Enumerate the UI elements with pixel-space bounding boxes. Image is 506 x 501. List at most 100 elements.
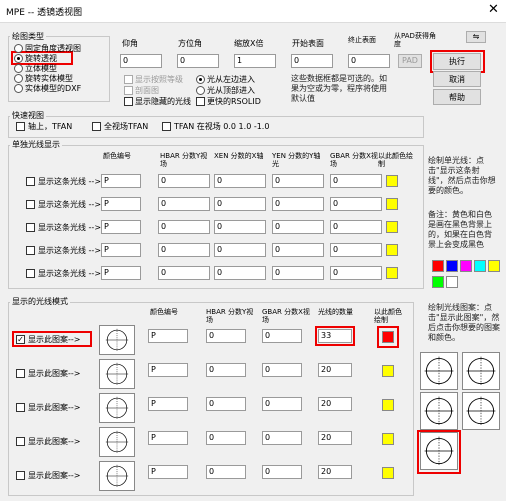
- pattern-option[interactable]: [462, 392, 500, 430]
- pattern-gbar-input[interactable]: 0: [262, 329, 302, 343]
- show-grade-checkbox[interactable]: [124, 75, 133, 84]
- azimuth-input[interactable]: 0: [177, 54, 219, 68]
- palette-swatch[interactable]: [432, 276, 444, 288]
- top-enter-radio[interactable]: [196, 86, 205, 95]
- ray-color-swatch[interactable]: [386, 198, 398, 210]
- pattern-count-input[interactable]: 20: [318, 431, 352, 445]
- pattern-count-input[interactable]: 20: [318, 397, 352, 411]
- start-surface-input[interactable]: 0: [291, 54, 333, 68]
- pattern-color-swatch[interactable]: [382, 467, 394, 479]
- pattern-gbar-input[interactable]: 0: [262, 431, 302, 445]
- plot-type-radio[interactable]: [14, 54, 23, 63]
- pattern-color-swatch[interactable]: [382, 433, 394, 445]
- palette-swatch[interactable]: [446, 260, 458, 272]
- pattern-option[interactable]: [420, 392, 458, 430]
- pattern-gbar-input[interactable]: 0: [262, 465, 302, 479]
- show-ray-checkbox[interactable]: [26, 200, 35, 209]
- pattern-color-input[interactable]: P: [148, 363, 188, 377]
- pattern-color-swatch[interactable]: [382, 399, 394, 411]
- palette-swatch[interactable]: [474, 260, 486, 272]
- quick-field-checkbox[interactable]: [162, 122, 171, 131]
- palette-swatch[interactable]: [432, 260, 444, 272]
- elevation-input[interactable]: 0: [120, 54, 162, 68]
- pattern-gbar-input[interactable]: 0: [262, 397, 302, 411]
- pattern-hbar-input[interactable]: 0: [206, 465, 246, 479]
- quick-full-checkbox[interactable]: [92, 122, 101, 131]
- pattern-preview[interactable]: [99, 325, 135, 355]
- plot-type-radio[interactable]: [14, 74, 23, 83]
- show-pattern-checkbox[interactable]: [16, 471, 25, 480]
- ray-hbar-input[interactable]: 0: [158, 243, 210, 257]
- pattern-color-input[interactable]: P: [148, 329, 188, 343]
- ray-xen-input[interactable]: 0: [214, 266, 266, 280]
- palette-swatch[interactable]: [460, 260, 472, 272]
- ray-xen-input[interactable]: 0: [214, 243, 266, 257]
- pattern-option[interactable]: [420, 432, 458, 470]
- help-button[interactable]: 帮助: [433, 89, 481, 105]
- ray-color-swatch[interactable]: [386, 221, 398, 233]
- pattern-option[interactable]: [462, 352, 500, 390]
- ray-hbar-input[interactable]: 0: [158, 174, 210, 188]
- show-pattern-checkbox[interactable]: [16, 437, 25, 446]
- ray-color-swatch[interactable]: [386, 175, 398, 187]
- ray-color-input[interactable]: P: [101, 266, 141, 280]
- pattern-preview[interactable]: [99, 427, 135, 457]
- pattern-hbar-input[interactable]: 0: [206, 397, 246, 411]
- ray-xen-input[interactable]: 0: [214, 174, 266, 188]
- plot-type-radio[interactable]: [14, 84, 23, 93]
- pattern-color-input[interactable]: P: [148, 397, 188, 411]
- ray-gbar-input[interactable]: 0: [330, 197, 382, 211]
- ray-hbar-input[interactable]: 0: [158, 220, 210, 234]
- pattern-count-input[interactable]: 20: [318, 363, 352, 377]
- ray-gbar-input[interactable]: 0: [330, 266, 382, 280]
- show-ray-checkbox[interactable]: [26, 177, 35, 186]
- ray-hbar-input[interactable]: 0: [158, 197, 210, 211]
- show-ray-checkbox[interactable]: [26, 269, 35, 278]
- show-ray-checkbox[interactable]: [26, 246, 35, 255]
- ray-yen-input[interactable]: 0: [272, 197, 324, 211]
- pattern-color-swatch[interactable]: [382, 365, 394, 377]
- ray-yen-input[interactable]: 0: [272, 174, 324, 188]
- end-surface-input[interactable]: 0: [348, 54, 390, 68]
- pattern-hbar-input[interactable]: 0: [206, 363, 246, 377]
- pad-button[interactable]: PAD: [398, 54, 422, 68]
- pattern-preview[interactable]: [99, 359, 135, 389]
- ray-color-input[interactable]: P: [101, 174, 141, 188]
- palette-swatch[interactable]: [488, 260, 500, 272]
- ray-xen-input[interactable]: 0: [214, 220, 266, 234]
- ray-color-input[interactable]: P: [101, 197, 141, 211]
- pattern-hbar-input[interactable]: 0: [206, 431, 246, 445]
- pattern-option[interactable]: [420, 352, 458, 390]
- show-pattern-checkbox[interactable]: [16, 369, 25, 378]
- ray-yen-input[interactable]: 0: [272, 266, 324, 280]
- cancel-button[interactable]: 取消: [433, 71, 481, 87]
- show-ray-checkbox[interactable]: [26, 223, 35, 232]
- ray-yen-input[interactable]: 0: [272, 243, 324, 257]
- ray-gbar-input[interactable]: 0: [330, 174, 382, 188]
- hide-hidden-checkbox[interactable]: [124, 97, 133, 106]
- faster-rsolid-checkbox[interactable]: [196, 97, 205, 106]
- pattern-count-input[interactable]: 20: [318, 465, 352, 479]
- pattern-gbar-input[interactable]: 0: [262, 363, 302, 377]
- left-enter-radio[interactable]: [196, 75, 205, 84]
- ray-xen-input[interactable]: 0: [214, 197, 266, 211]
- pattern-preview[interactable]: [99, 393, 135, 423]
- pattern-preview[interactable]: [99, 461, 135, 491]
- ray-color-swatch[interactable]: [386, 267, 398, 279]
- plot-type-radio[interactable]: [14, 44, 23, 53]
- ray-hbar-input[interactable]: 0: [158, 266, 210, 280]
- ray-color-input[interactable]: P: [101, 243, 141, 257]
- ray-yen-input[interactable]: 0: [272, 220, 324, 234]
- plot-type-radio[interactable]: [14, 64, 23, 73]
- quick-axis-checkbox[interactable]: [16, 122, 25, 131]
- ray-gbar-input[interactable]: 0: [330, 220, 382, 234]
- pad-orient-button[interactable]: ⇋: [466, 31, 486, 43]
- palette-swatch[interactable]: [446, 276, 458, 288]
- ray-color-swatch[interactable]: [386, 244, 398, 256]
- close-icon[interactable]: ✕: [488, 2, 499, 17]
- ray-color-input[interactable]: P: [101, 220, 141, 234]
- section-checkbox[interactable]: [124, 86, 133, 95]
- pattern-color-input[interactable]: P: [148, 465, 188, 479]
- scale-input[interactable]: 1: [234, 54, 276, 68]
- ray-gbar-input[interactable]: 0: [330, 243, 382, 257]
